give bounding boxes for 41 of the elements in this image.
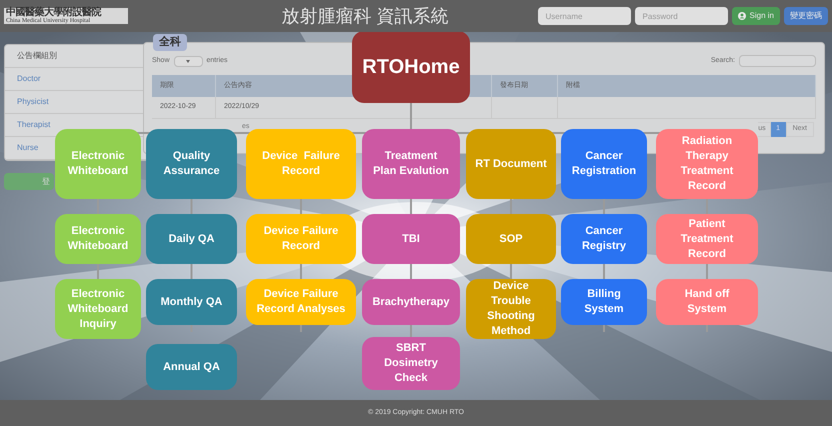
diagram-node[interactable]: Electronic Whiteboard xyxy=(55,214,141,264)
caret-icon xyxy=(186,59,190,63)
diagram-node[interactable]: Hand off System xyxy=(656,279,758,325)
sidebar-item[interactable]: Doctor xyxy=(17,73,41,85)
entries-select[interactable] xyxy=(174,56,203,66)
sidebar-item[interactable]: Physicist xyxy=(17,96,49,108)
search-field[interactable] xyxy=(739,55,816,67)
diagram-node[interactable]: Cancer Registry xyxy=(561,214,647,264)
diagram-node[interactable]: Electronic Whiteboard Inquiry xyxy=(55,279,141,339)
sidebar-item[interactable]: Therapist xyxy=(17,119,50,131)
diagram-node[interactable]: Billing System xyxy=(561,279,647,325)
diagram-node[interactable]: Device Failure Record xyxy=(246,214,356,264)
user-icon xyxy=(738,12,746,20)
diagram-node[interactable]: Patient Treatment Record xyxy=(656,214,758,264)
sign-in-button[interactable]: Sign in xyxy=(732,7,780,25)
diagram-node[interactable]: Cancer Registration xyxy=(561,129,647,199)
diagram-node[interactable]: Daily QA xyxy=(146,214,237,264)
diagram-node[interactable]: Radiation Therapy Treatment Record xyxy=(656,129,758,199)
table-cell xyxy=(492,97,558,119)
diagram-node[interactable]: SBRT Dosimetry Check xyxy=(362,337,460,390)
diagram-node[interactable]: Device Failure Record xyxy=(246,129,356,199)
sidebar-item[interactable]: Nurse xyxy=(17,142,38,154)
diagram-node[interactable]: Brachytherapy xyxy=(362,279,460,325)
diagram-node[interactable]: Device Trouble Shooting Method xyxy=(466,279,556,339)
diagram-node[interactable]: SOP xyxy=(466,214,556,264)
diagram-node[interactable]: Treatment Plan Evalution xyxy=(362,129,460,199)
login-button[interactable]: 登 xyxy=(4,173,54,190)
diagram-node[interactable]: Annual QA xyxy=(146,344,237,390)
department-tag[interactable]: 全科 xyxy=(153,34,187,50)
site-title: 放射腫瘤科 資訊系統 xyxy=(281,4,448,28)
diagram-node[interactable]: Quality Assurance xyxy=(146,129,237,199)
diagram-node[interactable]: Electronic Whiteboard xyxy=(55,129,141,199)
change-password-button[interactable]: 變更密碼 xyxy=(784,7,828,25)
root-node[interactable]: RTOHome xyxy=(352,32,470,103)
logo-text: 中國醫藥大學附設醫院 xyxy=(6,8,102,18)
diagram-node[interactable]: RT Document xyxy=(466,129,556,199)
username-field[interactable]: Username xyxy=(538,7,631,25)
diagram-node[interactable]: Monthly QA xyxy=(146,279,237,325)
diagram-node[interactable]: Device Failure Record Analyses xyxy=(246,279,356,325)
password-field[interactable]: Password xyxy=(634,7,728,25)
diagram-node[interactable]: TBI xyxy=(362,214,460,264)
